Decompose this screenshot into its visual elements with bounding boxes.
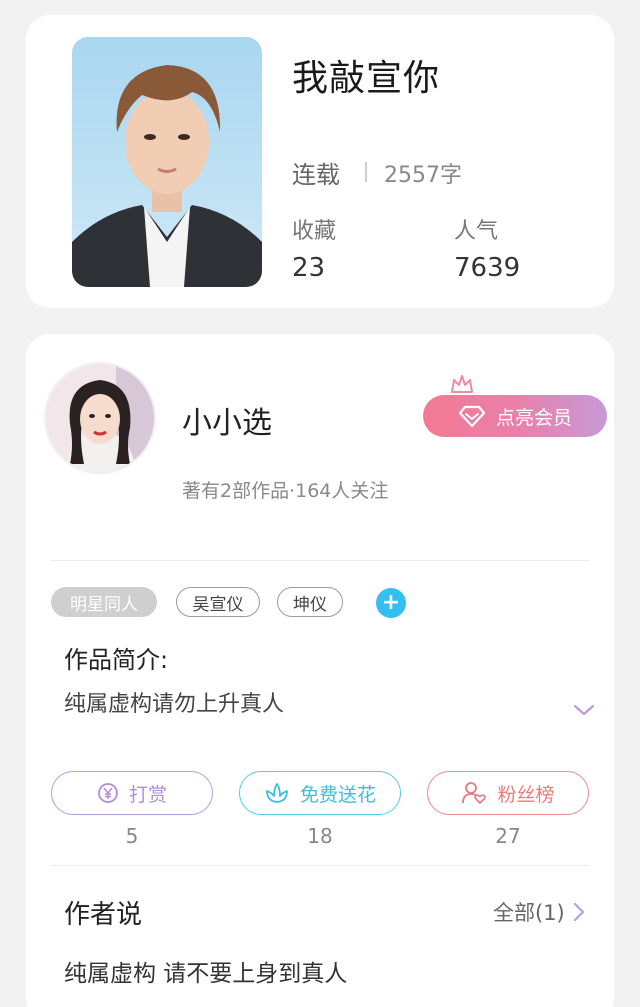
author-avatar[interactable] bbox=[44, 362, 156, 474]
section-divider bbox=[50, 560, 590, 561]
flower-count: 18 bbox=[307, 824, 333, 848]
vip-button-label: 点亮会员 bbox=[495, 406, 572, 429]
intro-text: 纯属虚构请勿上升真人 bbox=[64, 692, 285, 717]
add-tag-button[interactable]: + bbox=[376, 588, 406, 618]
tag-wu-xuanyi[interactable]: 吴宣仪 bbox=[176, 587, 260, 617]
favorites-label: 收藏 bbox=[292, 219, 337, 244]
reward-count: 5 bbox=[125, 824, 139, 848]
author-name[interactable]: 小小选 bbox=[182, 398, 272, 442]
tag-kunyi[interactable]: 坤仪 bbox=[277, 587, 343, 617]
author-meta: 著有2部作品·164人关注 bbox=[182, 480, 389, 502]
reward-label: 打赏 bbox=[128, 783, 167, 806]
book-detail-card: 小小选 著有2部作品·164人关注 点亮会员 明星同人 吴宣仪 坤仪 + 作品简… bbox=[26, 334, 614, 1007]
vip-membership-button[interactable]: 点亮会员 bbox=[423, 395, 607, 437]
section-divider bbox=[50, 865, 590, 866]
fans-count: 27 bbox=[495, 824, 521, 848]
fan-ranking-button[interactable]: 粉丝榜 bbox=[427, 771, 589, 815]
author-says-title: 作者说 bbox=[64, 900, 143, 930]
chevron-right-icon bbox=[573, 902, 584, 922]
flower-icon bbox=[266, 783, 288, 803]
intro-label: 作品简介: bbox=[64, 646, 169, 674]
word-count: 2557字 bbox=[384, 163, 462, 188]
chevron-down-icon[interactable] bbox=[572, 702, 596, 718]
fan-heart-icon bbox=[462, 782, 487, 805]
popularity-label: 人气 bbox=[454, 219, 499, 244]
author-says-all-link[interactable]: 全部(1) bbox=[493, 897, 585, 927]
all-link-label: 全部(1) bbox=[493, 901, 565, 925]
popularity-value: 7639 bbox=[454, 253, 521, 283]
book-info-card: 我敲宣你 连载 2557字 收藏 23 人气 7639 bbox=[26, 15, 614, 308]
book-cover-image[interactable] bbox=[72, 37, 262, 287]
diamond-icon bbox=[458, 405, 486, 428]
send-flower-button[interactable]: 免费送花 bbox=[239, 771, 401, 815]
send-flower-label: 免费送花 bbox=[299, 783, 376, 806]
fan-ranking-label: 粉丝榜 bbox=[497, 783, 555, 806]
status-divider bbox=[365, 162, 367, 182]
author-says-text: 纯属虚构 请不要上身到真人 bbox=[64, 961, 348, 987]
serial-status: 连载 bbox=[292, 161, 340, 189]
reward-button[interactable]: 打赏 bbox=[51, 771, 213, 815]
favorites-value: 23 bbox=[292, 253, 326, 283]
tag-category[interactable]: 明星同人 bbox=[51, 587, 157, 617]
book-title: 我敲宣你 bbox=[292, 58, 441, 99]
yen-coin-icon bbox=[98, 783, 118, 803]
crown-icon bbox=[451, 375, 473, 393]
